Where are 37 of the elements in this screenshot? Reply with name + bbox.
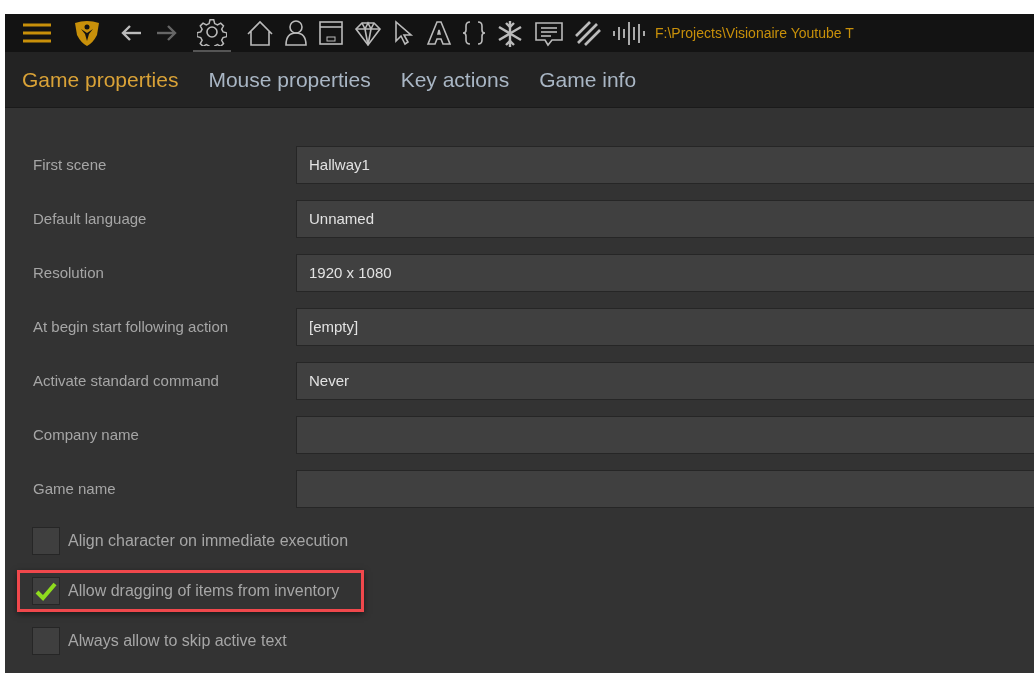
checkbox-label: Always allow to skip active text — [68, 631, 287, 651]
check-icon — [35, 581, 57, 601]
checkbox[interactable] — [32, 627, 60, 655]
input-field[interactable]: Hallway1 — [296, 146, 1034, 184]
field-label: Activate standard command — [33, 370, 220, 391]
settings-icon — [197, 18, 227, 46]
tab[interactable]: Mouse properties — [208, 63, 371, 96]
field-label: Default language — [33, 208, 148, 229]
home-icon — [245, 19, 275, 47]
tab[interactable]: Key actions — [400, 63, 510, 96]
input-field[interactable]: 1920 x 1080 — [296, 254, 1034, 292]
input-field[interactable]: [empty] — [296, 308, 1034, 346]
letter-icon — [425, 19, 453, 47]
checkbox[interactable] — [32, 577, 60, 605]
checkbox[interactable] — [32, 527, 60, 555]
comment-icon — [533, 19, 565, 47]
braces-icon — [461, 19, 487, 47]
tab[interactable]: Game info — [539, 63, 637, 96]
field-label: Resolution — [33, 262, 105, 283]
shield-logo-icon — [73, 19, 101, 47]
field-label: First scene — [33, 154, 108, 175]
waveform-icon — [611, 19, 647, 47]
user-icon — [283, 19, 309, 47]
input-field[interactable]: Never — [296, 362, 1034, 400]
diamond-icon — [353, 19, 383, 47]
checkbox-label: Allow dragging of items from inventory — [68, 581, 340, 601]
field-label: At begin start following action — [33, 316, 230, 337]
input-field[interactable] — [296, 416, 1034, 454]
field-label: Company name — [33, 424, 140, 445]
input-field[interactable]: Unnamed — [296, 200, 1034, 238]
checkbox-label: Align character on immediate execution — [68, 531, 349, 551]
project-path: F:\Projects\Visionaire Youtube T — [655, 23, 854, 43]
input-field[interactable] — [296, 470, 1034, 508]
field-label: Game name — [33, 478, 117, 499]
window-icon — [317, 19, 345, 47]
diagonal-stripes-icon — [573, 19, 603, 47]
tab[interactable]: Game properties — [22, 63, 179, 96]
